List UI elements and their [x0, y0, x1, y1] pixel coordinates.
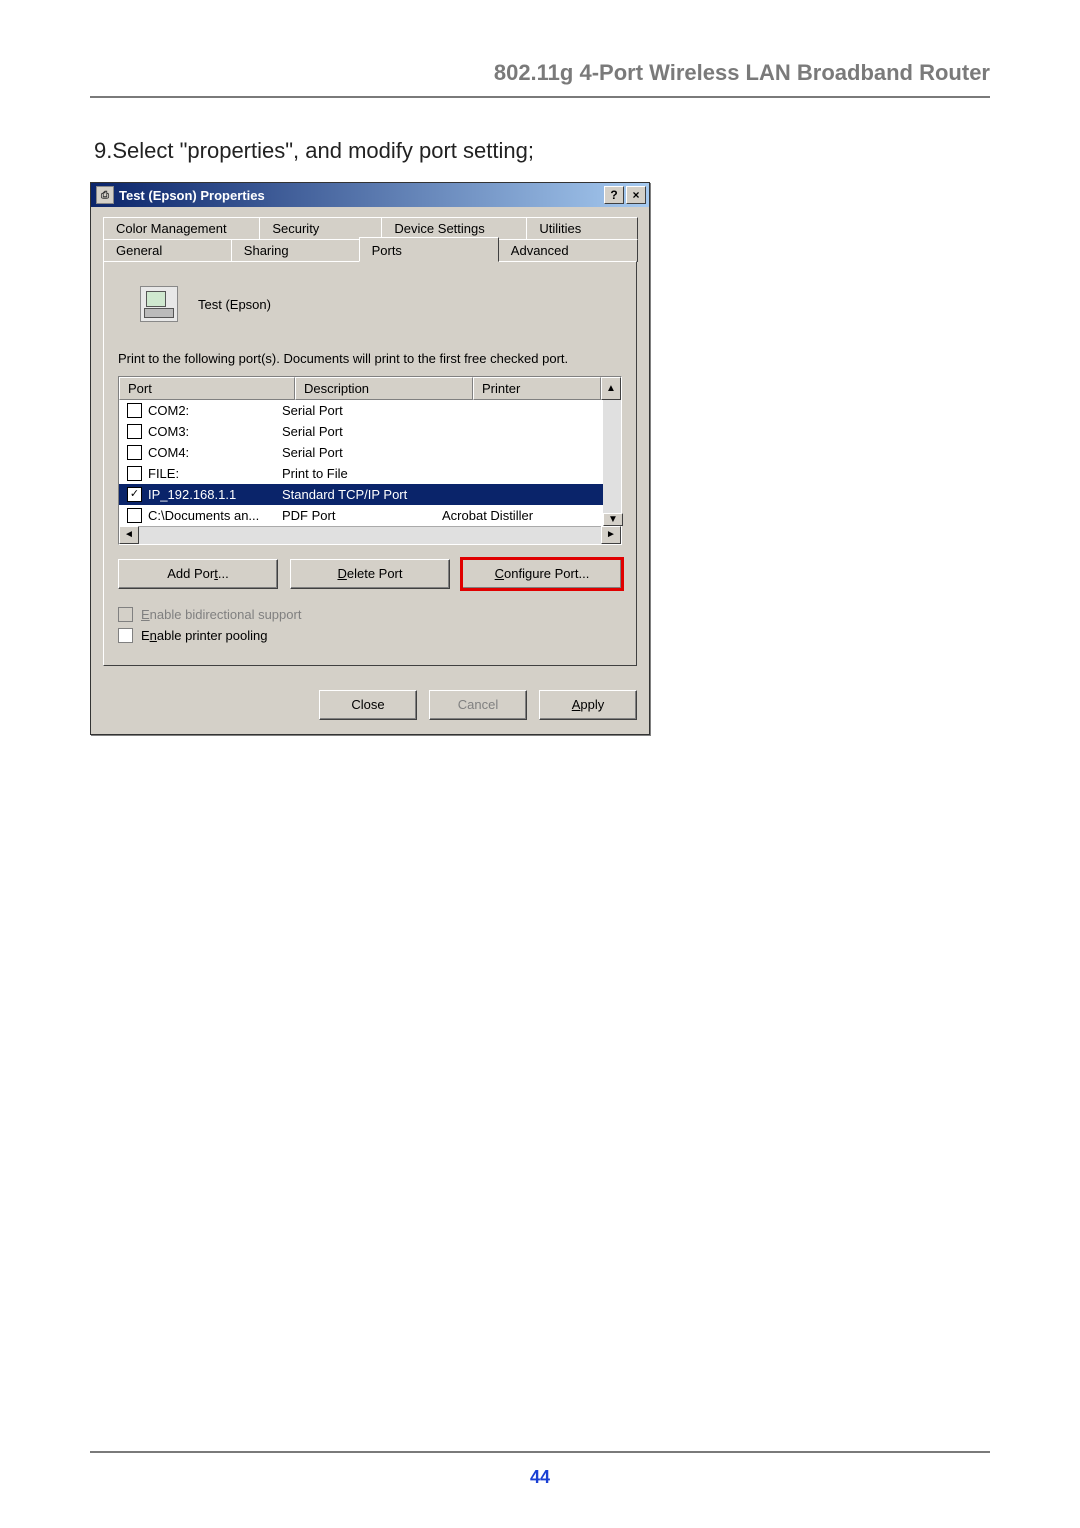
enable-bidirectional-checkbox: Enable bidirectional support	[118, 607, 622, 622]
port-row[interactable]: COM2:Serial Port	[119, 400, 603, 421]
enable-printer-pooling-checkbox[interactable]: Enable printer pooling	[118, 628, 622, 643]
tab-strip: Color Management Security Device Setting…	[103, 217, 637, 666]
port-checkbox[interactable]	[127, 466, 142, 481]
tab-ports[interactable]: Ports	[359, 237, 499, 262]
scroll-right-button[interactable]: ►	[601, 526, 621, 544]
cancel-dialog-button: Cancel	[429, 690, 527, 720]
titlebar[interactable]: ⎙ Test (Epson) Properties ? ×	[91, 183, 649, 207]
port-name: FILE:	[148, 466, 282, 481]
close-dialog-button[interactable]: Close	[319, 690, 417, 720]
port-description: Serial Port	[282, 403, 442, 418]
configure-port-button[interactable]: Configure Port...	[462, 559, 622, 589]
port-checkbox[interactable]	[127, 403, 142, 418]
port-printer: Acrobat Distiller	[442, 508, 603, 523]
printer-icon	[140, 286, 178, 322]
port-name: COM4:	[148, 445, 282, 460]
tab-security[interactable]: Security	[259, 217, 382, 239]
port-checkbox[interactable]	[127, 424, 142, 439]
ports-listview[interactable]: Port Description Printer ▲ COM2:Serial P…	[118, 376, 622, 545]
port-row[interactable]: ✓ IP_192.168.1.1Standard TCP/IP Port	[119, 484, 603, 505]
page-header: 802.11g 4-Port Wireless LAN Broadband Ro…	[90, 60, 990, 98]
port-checkbox[interactable]	[127, 445, 142, 460]
port-name: COM3:	[148, 424, 282, 439]
col-printer[interactable]: Printer	[473, 377, 601, 400]
checkbox-icon	[118, 628, 133, 643]
port-row[interactable]: COM3:Serial Port	[119, 421, 603, 442]
tab-device-settings[interactable]: Device Settings	[381, 217, 527, 239]
help-button[interactable]: ?	[604, 186, 624, 204]
printer-name: Test (Epson)	[198, 297, 271, 312]
tab-color-management[interactable]: Color Management	[103, 217, 260, 239]
close-button[interactable]: ×	[626, 186, 646, 204]
port-description: PDF Port	[282, 508, 442, 523]
port-row[interactable]: FILE:Print to File	[119, 463, 603, 484]
tab-advanced[interactable]: Advanced	[498, 239, 638, 262]
port-name: IP_192.168.1.1	[148, 487, 282, 502]
port-checkbox[interactable]: ✓	[127, 487, 142, 502]
tab-sharing[interactable]: Sharing	[231, 239, 360, 262]
apply-dialog-button[interactable]: Apply	[539, 690, 637, 720]
port-description: Serial Port	[282, 424, 442, 439]
explain-text: Print to the following port(s). Document…	[118, 350, 622, 368]
col-description[interactable]: Description	[295, 377, 473, 400]
scroll-down-button[interactable]: ▼	[603, 513, 623, 526]
port-description: Serial Port	[282, 445, 442, 460]
scroll-left-button[interactable]: ◄	[119, 526, 139, 544]
page-number: 44	[90, 1451, 990, 1488]
port-description: Print to File	[282, 466, 442, 481]
delete-port-button[interactable]: Delete Port	[290, 559, 450, 589]
port-row[interactable]: COM4:Serial Port	[119, 442, 603, 463]
tab-utilities[interactable]: Utilities	[526, 217, 638, 239]
tab-general[interactable]: General	[103, 239, 232, 262]
scroll-up-button[interactable]: ▲	[601, 377, 621, 400]
port-name: COM2:	[148, 403, 282, 418]
vertical-scrollbar[interactable]: ▼	[603, 400, 621, 526]
port-row[interactable]: C:\Documents an...PDF PortAcrobat Distil…	[119, 505, 603, 526]
tab-panel-ports: Test (Epson) Print to the following port…	[103, 261, 637, 666]
printer-title-icon: ⎙	[96, 186, 114, 204]
properties-dialog: ⎙ Test (Epson) Properties ? × Color Mana…	[90, 182, 650, 735]
checkbox-icon	[118, 607, 133, 622]
add-port-button[interactable]: Add Port...	[118, 559, 278, 589]
dialog-title: Test (Epson) Properties	[119, 188, 604, 203]
port-description: Standard TCP/IP Port	[282, 487, 442, 502]
port-name: C:\Documents an...	[148, 508, 282, 523]
col-port[interactable]: Port	[119, 377, 295, 400]
instruction-text: 9.Select "properties", and modify port s…	[94, 138, 990, 164]
horizontal-scrollbar[interactable]: ◄ ►	[119, 526, 621, 544]
port-checkbox[interactable]	[127, 508, 142, 523]
